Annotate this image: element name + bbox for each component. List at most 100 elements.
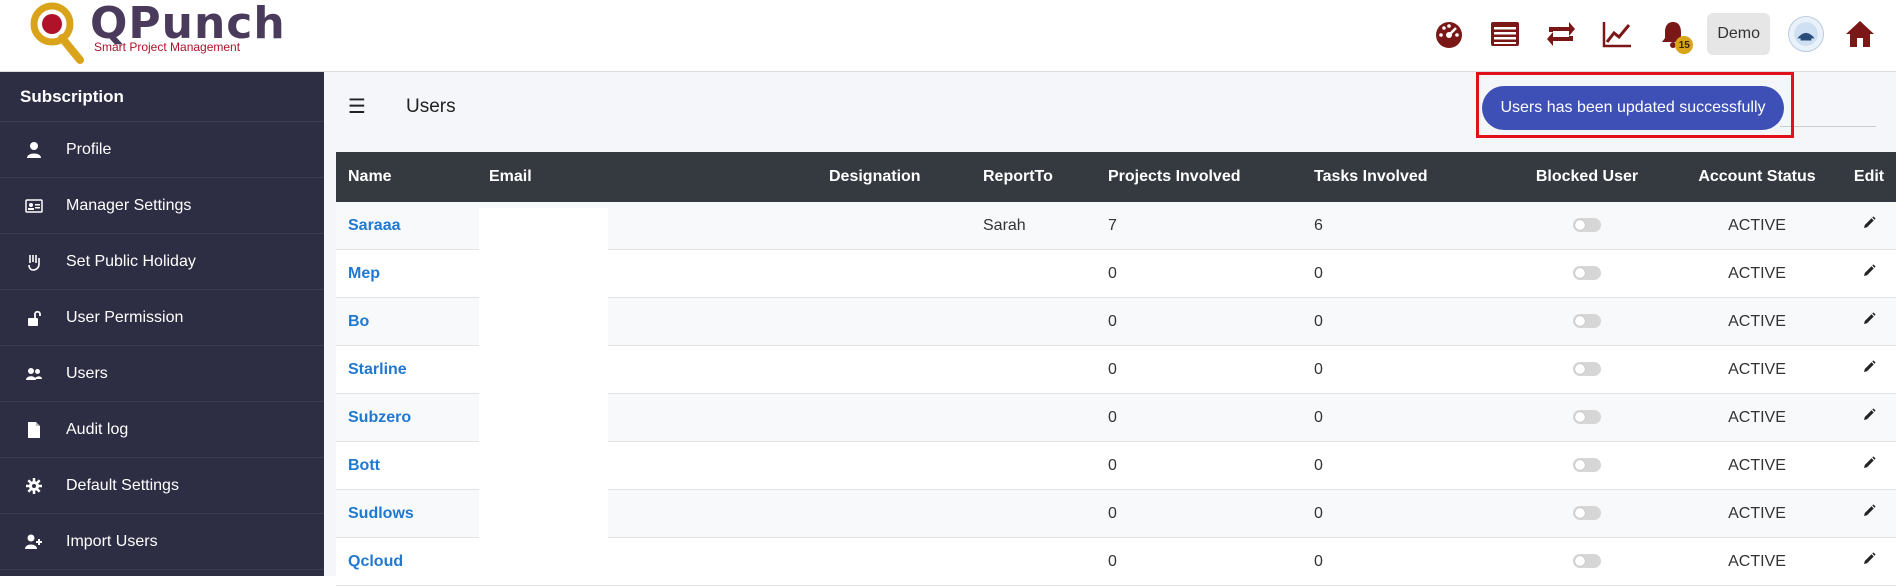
- sidebar-heading: Subscription: [0, 72, 324, 122]
- user-icon: [20, 141, 48, 159]
- edit-pencil-icon[interactable]: [1862, 312, 1876, 326]
- list-icon[interactable]: [1477, 12, 1533, 56]
- edit-pencil-icon[interactable]: [1862, 504, 1876, 518]
- sidebar-item-label: Import Users: [66, 532, 158, 550]
- sync-icon[interactable]: [1533, 12, 1589, 56]
- gear-icon: [20, 477, 48, 495]
- sidebar-item-label: Manager Settings: [66, 196, 192, 214]
- user-name-link[interactable]: Qcloud: [348, 553, 403, 570]
- blocked-user-toggle[interactable]: [1573, 554, 1601, 569]
- edit-pencil-icon[interactable]: [1862, 408, 1876, 422]
- blocked-cell: [1502, 457, 1672, 475]
- avatar-icon[interactable]: [1788, 16, 1824, 52]
- user-projects-count: 0: [1108, 312, 1117, 330]
- edit-cell: [1842, 552, 1896, 571]
- column-header-reportto[interactable]: ReportTo: [971, 168, 1096, 186]
- blocked-cell: [1502, 313, 1672, 331]
- blocked-user-toggle[interactable]: [1573, 458, 1601, 473]
- sidebar-item-default-settings[interactable]: Default Settings: [0, 458, 324, 514]
- user-name-link[interactable]: Starline: [348, 361, 407, 378]
- column-header-status[interactable]: Account Status: [1672, 168, 1842, 186]
- user-tasks-count: 0: [1314, 456, 1323, 474]
- sidebar-item-label: Default Settings: [66, 476, 179, 494]
- edit-pencil-icon[interactable]: [1862, 360, 1876, 374]
- sidebar-item-import-users[interactable]: Import Users: [0, 514, 324, 570]
- unlock-icon: [20, 309, 48, 327]
- blocked-user-toggle[interactable]: [1573, 314, 1601, 329]
- user-name-link[interactable]: Bott: [348, 457, 380, 474]
- blocked-cell: [1502, 553, 1672, 571]
- column-header-projects[interactable]: Projects Involved: [1096, 168, 1302, 186]
- sidebar-item-label: Set Public Holiday: [66, 252, 196, 270]
- sidebar-item-users[interactable]: Users: [0, 346, 324, 402]
- user-tasks-count: 0: [1314, 504, 1323, 522]
- table-header: Name Email Designation ReportTo Projects…: [336, 152, 1896, 202]
- user-projects-count: 0: [1108, 504, 1117, 522]
- sidebar-item-set-public-holiday[interactable]: Set Public Holiday: [0, 234, 324, 290]
- edit-pencil-icon[interactable]: [1862, 216, 1876, 230]
- column-header-email[interactable]: Email: [477, 168, 817, 186]
- account-status: ACTIVE: [1728, 312, 1786, 330]
- sidebar-item-label: Audit log: [66, 420, 129, 438]
- user-name-link[interactable]: Saraaa: [348, 217, 401, 234]
- user-menu-button[interactable]: Demo: [1707, 13, 1770, 55]
- sidebar-item-profile[interactable]: Profile: [0, 122, 324, 178]
- edit-cell: [1842, 216, 1896, 235]
- blocked-user-toggle[interactable]: [1573, 362, 1601, 377]
- edit-pencil-icon[interactable]: [1862, 456, 1876, 470]
- sidebar-item-label: Profile: [66, 140, 112, 158]
- brand-subtitle: Smart Project Management: [94, 40, 241, 54]
- user-tasks-count: 0: [1314, 408, 1323, 426]
- blocked-cell: [1502, 361, 1672, 379]
- bell-icon[interactable]: 15: [1645, 12, 1701, 56]
- edit-cell: [1842, 456, 1896, 475]
- user-name-link[interactable]: Mep: [348, 265, 380, 282]
- blocked-cell: [1502, 505, 1672, 523]
- edit-pencil-icon[interactable]: [1862, 552, 1876, 566]
- logo-mark-icon: [30, 2, 84, 64]
- sidebar-item-label: Users: [66, 364, 108, 382]
- user-tasks-count: 0: [1314, 312, 1323, 330]
- success-toast[interactable]: Users has been updated successfully: [1482, 86, 1784, 130]
- page-title: Users: [406, 96, 456, 117]
- dashboard-icon[interactable]: [1421, 12, 1477, 56]
- user-name-link[interactable]: Subzero: [348, 409, 411, 426]
- id-card-icon: [20, 197, 48, 215]
- column-header-tasks[interactable]: Tasks Involved: [1302, 168, 1502, 186]
- blocked-user-toggle[interactable]: [1573, 218, 1601, 233]
- qpunch-logo[interactable]: QPunch Smart Project Management: [24, 0, 285, 72]
- file-icon: [20, 421, 48, 439]
- home-icon[interactable]: [1832, 12, 1888, 56]
- user-plus-icon: [20, 533, 48, 551]
- edit-cell: [1842, 408, 1896, 427]
- holiday-icon: [20, 253, 48, 271]
- user-projects-count: 0: [1108, 552, 1117, 570]
- blocked-user-toggle[interactable]: [1573, 410, 1601, 425]
- user-projects-count: 0: [1108, 408, 1117, 426]
- user-tasks-count: 0: [1314, 264, 1323, 282]
- sidebar-item-manager-settings[interactable]: Manager Settings: [0, 178, 324, 234]
- blocked-cell: [1502, 409, 1672, 427]
- edit-cell: [1842, 264, 1896, 283]
- edit-pencil-icon[interactable]: [1862, 264, 1876, 278]
- blocked-user-toggle[interactable]: [1573, 506, 1601, 521]
- edit-cell: [1842, 504, 1896, 523]
- edit-cell: [1842, 360, 1896, 379]
- column-header-blocked[interactable]: Blocked User: [1502, 168, 1672, 186]
- column-header-designation[interactable]: Designation: [817, 168, 971, 186]
- user-projects-count: 0: [1108, 264, 1117, 282]
- search-input[interactable]: [1780, 126, 1876, 127]
- sidebar-item-user-permission[interactable]: User Permission: [0, 290, 324, 346]
- blocked-user-toggle[interactable]: [1573, 266, 1601, 281]
- notification-badge: 15: [1675, 36, 1694, 54]
- user-projects-count: 7: [1108, 216, 1117, 234]
- user-name-link[interactable]: Sudlows: [348, 505, 414, 522]
- user-name-link[interactable]: Bo: [348, 313, 369, 330]
- chart-icon[interactable]: [1589, 12, 1645, 56]
- user-projects-count: 0: [1108, 360, 1117, 378]
- edit-cell: [1842, 312, 1896, 331]
- menu-toggle-icon[interactable]: ☰: [348, 94, 366, 119]
- sidebar-item-audit-log[interactable]: Audit log: [0, 402, 324, 458]
- column-header-name[interactable]: Name: [336, 168, 477, 186]
- user-projects-count: 0: [1108, 456, 1117, 474]
